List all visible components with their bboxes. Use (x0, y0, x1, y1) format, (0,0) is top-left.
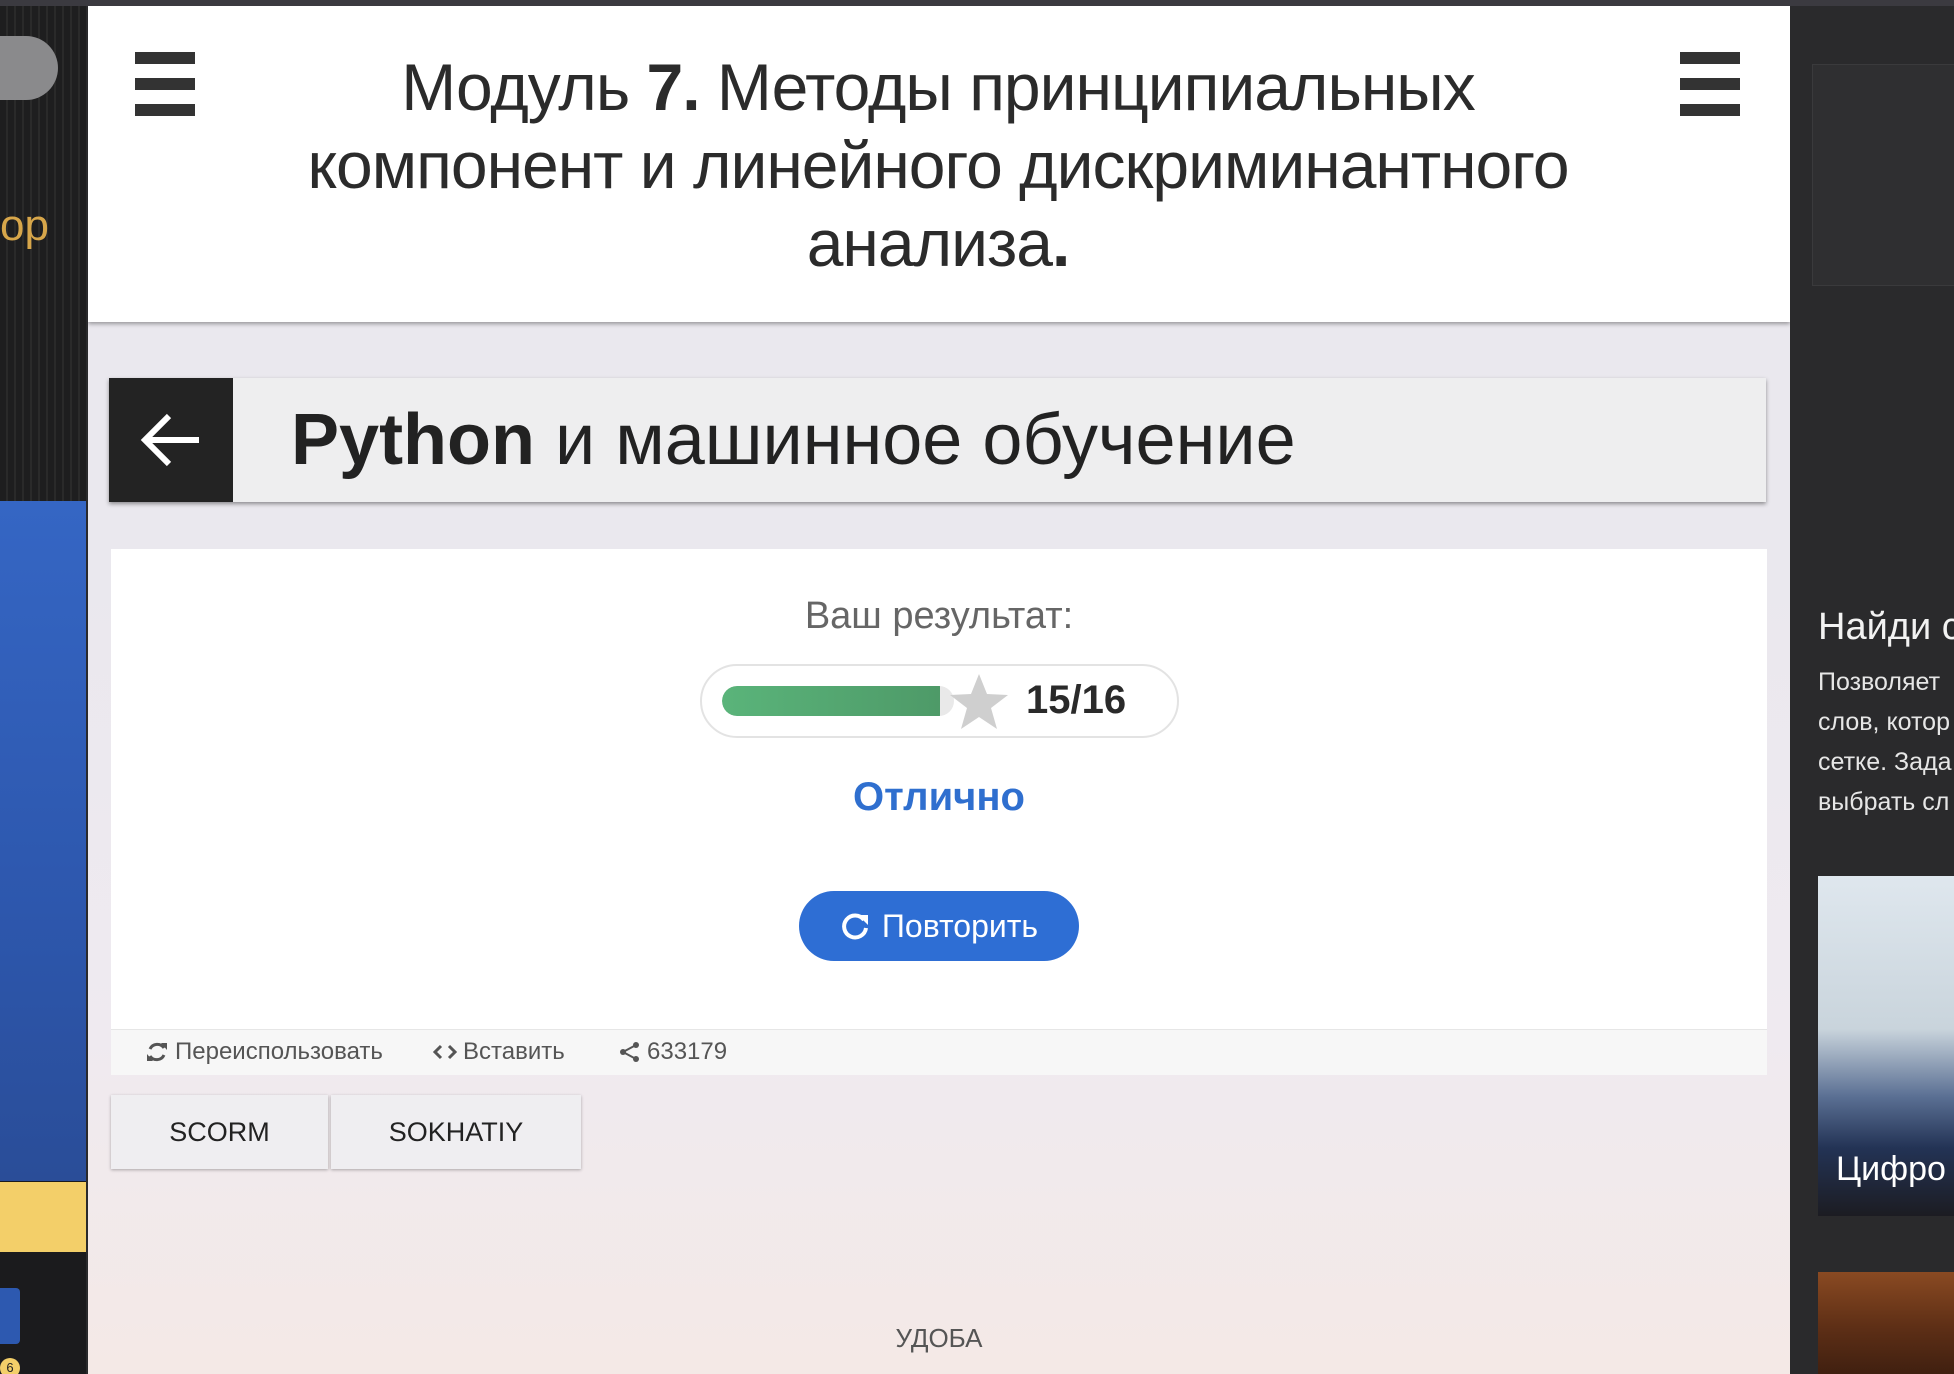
course-title-rest: и машинное обучение (534, 400, 1296, 480)
reuse-link[interactable]: Переиспользовать (145, 1038, 383, 1066)
grade-text: Отлично (853, 775, 1025, 819)
arrow-left-icon (140, 413, 199, 467)
star-icon (950, 674, 1008, 729)
right-desc-line: сетке. Зада (1818, 748, 1952, 776)
module-title: Модуль 7. Методы принципиальных компонен… (248, 48, 1628, 282)
share-count: 633179 (647, 1038, 728, 1065)
right-desc-line: слов, котор (1818, 708, 1950, 736)
right-desc-line: выбрать сл (1818, 788, 1950, 816)
result-card: Ваш результат: 15/16 Отлично Повторить (111, 549, 1767, 1029)
back-button[interactable] (109, 378, 233, 502)
left-count-badge: 6 (0, 1358, 20, 1374)
action-row: Переиспользовать Вставить 633179 (111, 1029, 1767, 1075)
sync-icon (147, 1042, 167, 1062)
left-blue-banner (0, 501, 86, 1181)
left-blue-tile[interactable] (0, 1288, 20, 1344)
right-desc-line: Позволяет (1818, 668, 1941, 696)
reuse-label: Переиспользовать (175, 1038, 383, 1065)
module-title-end: . (1051, 206, 1070, 280)
footer-brand[interactable]: УДОБА (88, 1323, 1790, 1354)
score-track (722, 686, 954, 716)
right-heading[interactable]: Найди с (1818, 606, 1954, 649)
main-content: Модуль 7. Методы принципиальных компонен… (88, 6, 1790, 1374)
right-card-caption[interactable]: Цифро (1836, 1150, 1946, 1189)
share-link[interactable]: 633179 (619, 1038, 727, 1066)
left-yellow-bar[interactable] (0, 1182, 86, 1252)
score-progress: 15/16 (700, 664, 1179, 738)
refresh-icon (842, 913, 868, 940)
right-card-image-2[interactable] (1818, 1272, 1954, 1374)
sokhatiy-button[interactable]: SOKHATIY (331, 1095, 581, 1169)
course-title: Python и машинное обучение (291, 396, 1296, 484)
menu-right-hamburger-icon[interactable] (1680, 52, 1740, 116)
share-icon (620, 1042, 639, 1062)
right-ad-box[interactable] (1812, 64, 1954, 286)
code-icon (433, 1044, 457, 1060)
course-bar: Python и машинное обучение (109, 378, 1766, 502)
scorm-button[interactable]: SCORM (111, 1095, 328, 1169)
result-label: Ваш результат: (804, 595, 1074, 637)
left-gold-text: ор (0, 201, 49, 250)
score-value: 15/16 (1026, 678, 1127, 722)
right-description: Позволяет слов, котор сетке. Зада выбрат… (1818, 662, 1954, 822)
course-title-bold: Python (291, 400, 535, 480)
menu-left-hamburger-icon[interactable] (135, 52, 195, 116)
embed-link[interactable]: Вставить (433, 1038, 565, 1066)
left-side-panel: ор 6 (0, 6, 86, 1374)
score-fill (722, 686, 940, 716)
module-header: Модуль 7. Методы принципиальных компонен… (88, 6, 1790, 322)
right-side-panel: Найди с Позволяет слов, котор сетке. Зад… (1790, 6, 1954, 1374)
retry-label: Повторить (881, 907, 1039, 944)
module-number: 7. (646, 50, 701, 124)
module-title-prefix: Модуль (401, 50, 647, 124)
retry-button[interactable]: Повторить (799, 891, 1079, 961)
embed-label: Вставить (463, 1038, 565, 1065)
